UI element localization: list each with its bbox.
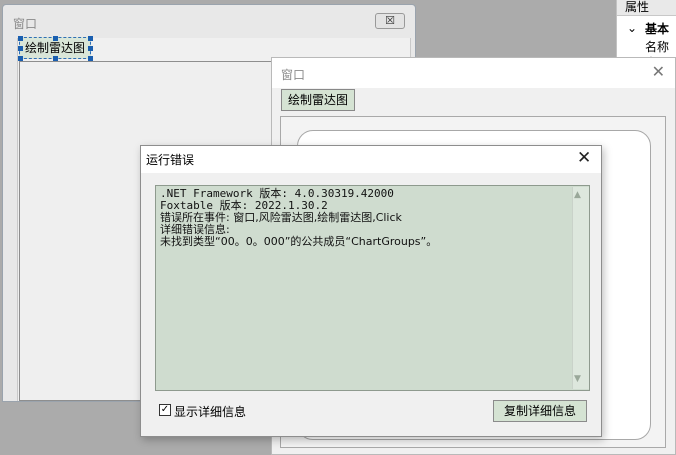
close-icon: ☒: [385, 14, 395, 27]
selection-handle[interactable]: [18, 56, 23, 61]
checkmark-icon: ✓: [160, 404, 170, 415]
error-line: 未找到类型“00。0。000”的公共成员“ChartGroups”。: [160, 235, 438, 248]
close-icon[interactable]: ✕: [577, 148, 591, 168]
copy-details-button[interactable]: 复制详细信息: [493, 400, 587, 422]
selection-handle[interactable]: [18, 36, 23, 41]
selection-handle[interactable]: [53, 36, 58, 41]
chart-window-title: 窗口: [281, 68, 306, 82]
properties-item-name[interactable]: 名称: [645, 38, 669, 55]
error-message-text: .NET Framework 版本: 4.0.30319.42000 Foxta…: [160, 188, 437, 248]
chevron-down-icon[interactable]: ⌄: [627, 21, 637, 35]
background-window-title: 窗口: [13, 17, 38, 31]
error-dialog: 运行错误 ✕ .NET Framework 版本: 4.0.30319.4200…: [140, 145, 602, 437]
selection-handle[interactable]: [18, 46, 23, 51]
error-message-box[interactable]: .NET Framework 版本: 4.0.30319.42000 Foxta…: [155, 185, 590, 391]
selection-handle[interactable]: [88, 36, 93, 41]
properties-group-basic[interactable]: 基本: [645, 20, 669, 37]
draw-radar-button[interactable]: 绘制雷达图: [281, 89, 355, 111]
selection-handle[interactable]: [88, 56, 93, 61]
background-window-close-button[interactable]: ☒: [375, 13, 405, 29]
scroll-down-icon[interactable]: ▼: [574, 374, 581, 384]
show-details-label[interactable]: 显示详细信息: [174, 403, 246, 420]
selection-handle[interactable]: [88, 46, 93, 51]
scroll-up-icon[interactable]: ▲: [574, 190, 581, 200]
dialog-title: 运行错误: [146, 153, 195, 167]
show-details-checkbox[interactable]: ✓: [159, 404, 171, 416]
properties-header: 属性: [617, 0, 676, 16]
close-icon[interactable]: ✕: [652, 62, 665, 81]
selected-button-label: 绘制雷达图: [25, 41, 86, 55]
vertical-scrollbar[interactable]: [572, 187, 589, 389]
selection-handle[interactable]: [53, 56, 58, 61]
